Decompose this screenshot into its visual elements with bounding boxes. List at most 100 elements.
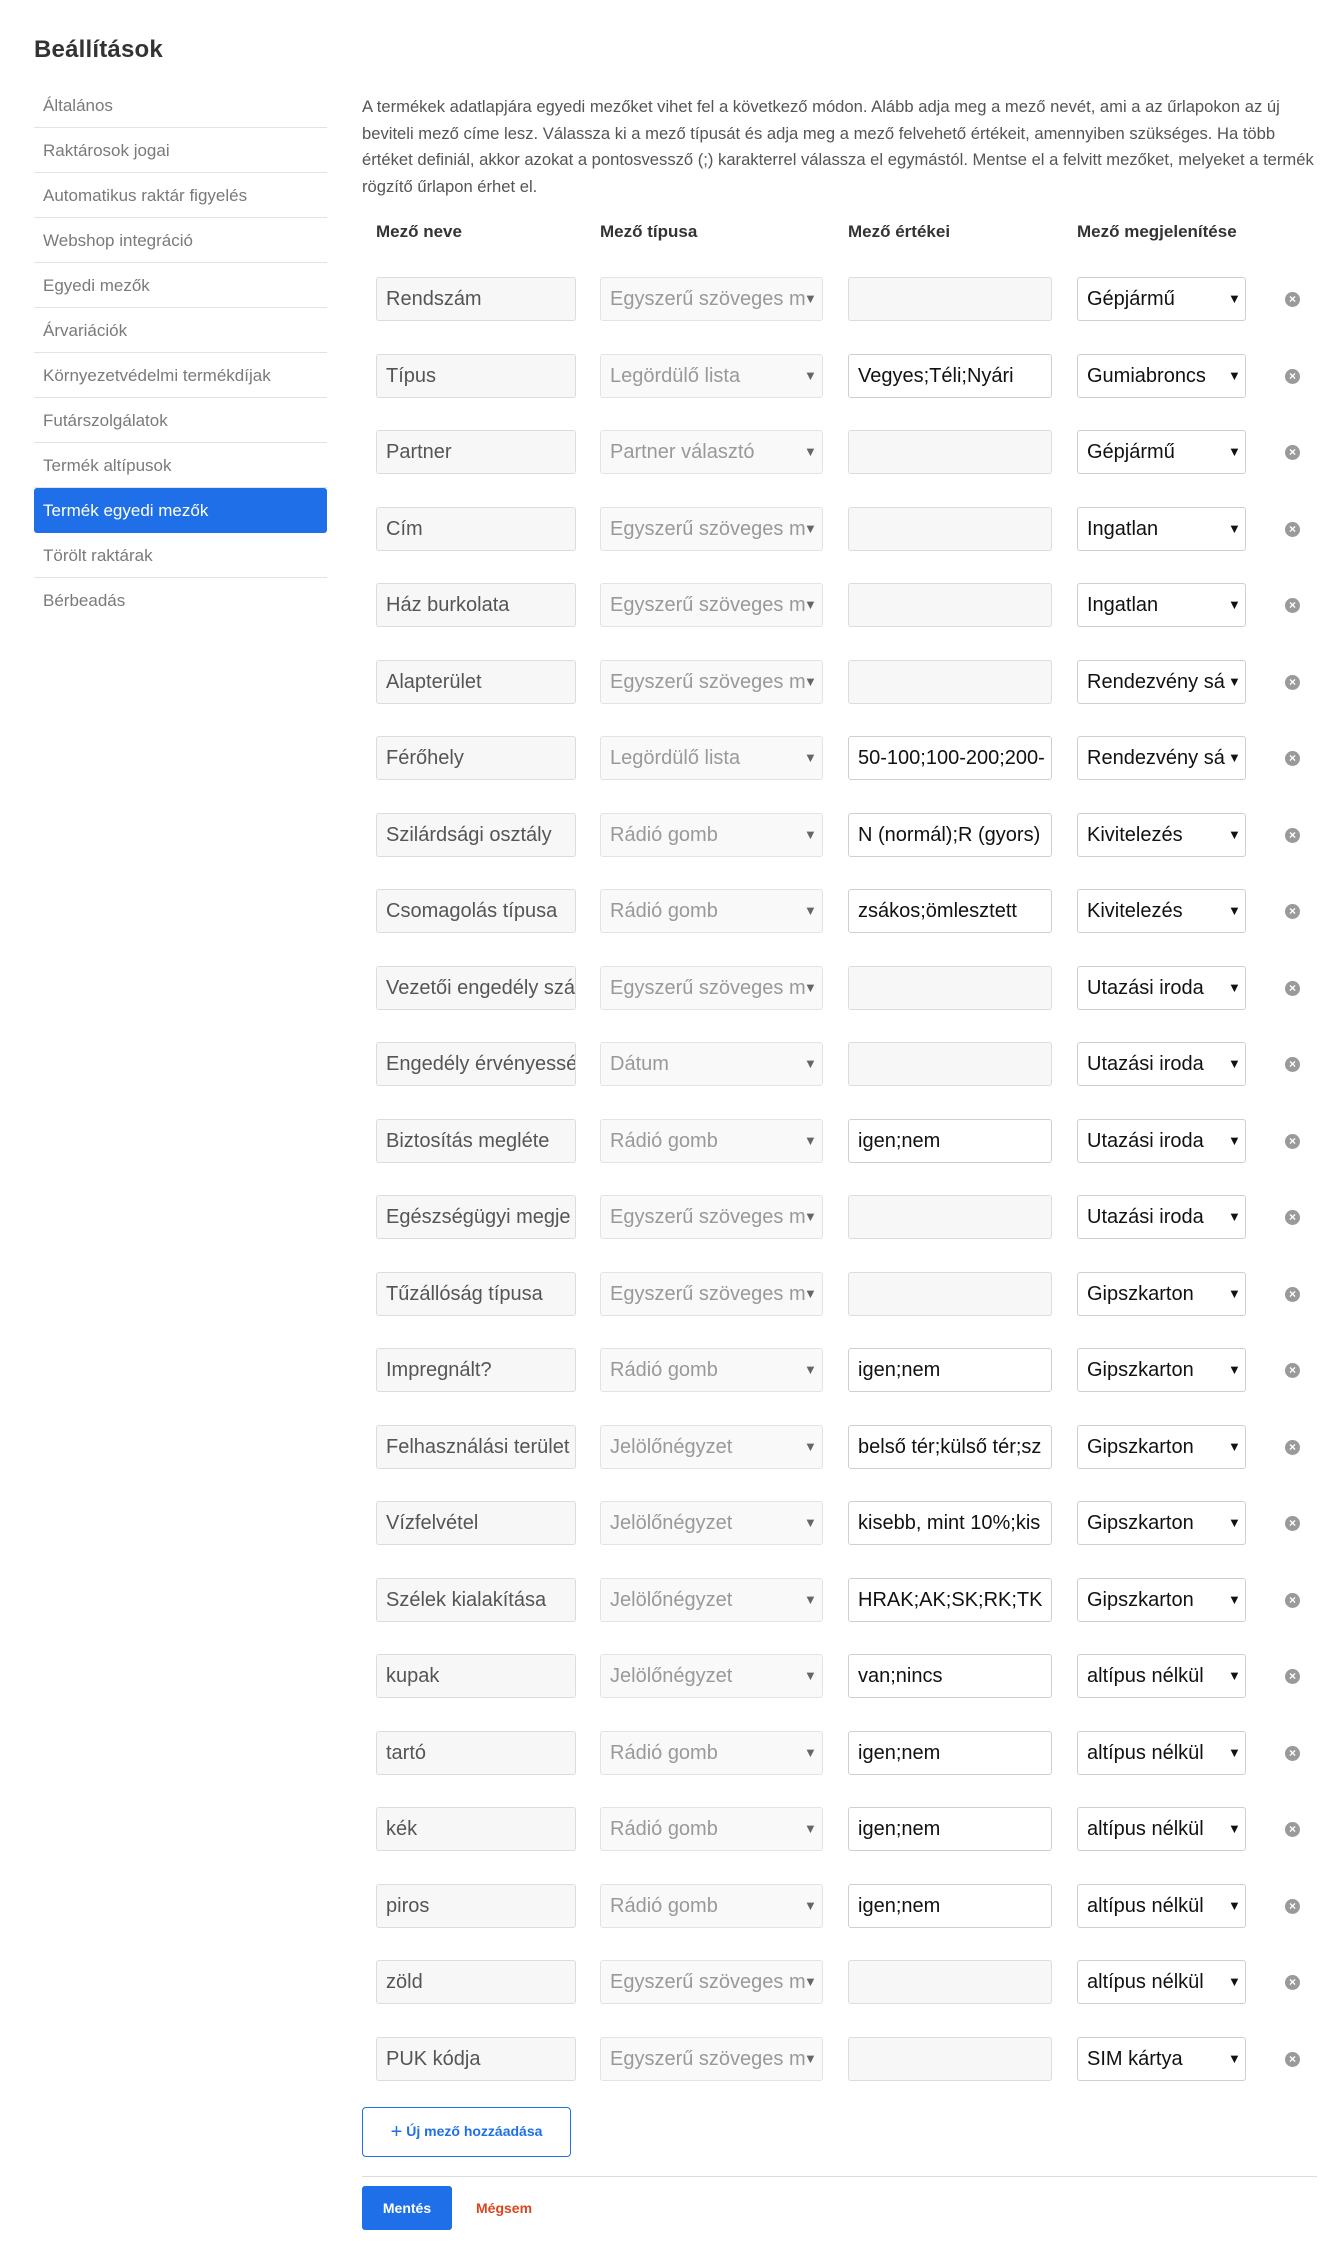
field-values-input[interactable] bbox=[848, 1195, 1052, 1239]
field-name-input[interactable]: Engedély érvényessé bbox=[376, 1042, 576, 1086]
field-name-input[interactable]: Cím bbox=[376, 507, 576, 551]
remove-circle-icon[interactable]: × bbox=[1285, 1822, 1300, 1837]
remove-circle-icon[interactable]: × bbox=[1285, 598, 1300, 613]
field-name-input[interactable]: Típus bbox=[376, 354, 576, 398]
field-name-input[interactable]: Csomagolás típusa bbox=[376, 889, 576, 933]
field-values-input[interactable]: N (normál);R (gyors) bbox=[848, 813, 1052, 857]
sidebar-item[interactable]: Egyedi mezők bbox=[34, 263, 327, 308]
field-values-input[interactable]: igen;nem bbox=[848, 1348, 1052, 1392]
remove-circle-icon[interactable]: × bbox=[1285, 981, 1300, 996]
field-values-input[interactable] bbox=[848, 660, 1052, 704]
field-name-input[interactable]: Szilárdsági osztály bbox=[376, 813, 576, 857]
field-type-select[interactable]: Rádió gomb bbox=[600, 1731, 823, 1775]
field-values-input[interactable]: igen;nem bbox=[848, 1119, 1052, 1163]
remove-circle-icon[interactable]: × bbox=[1285, 1593, 1300, 1608]
field-display-select[interactable]: SIM kártya bbox=[1077, 2037, 1246, 2081]
field-name-input[interactable]: Férőhely bbox=[376, 736, 576, 780]
field-display-select[interactable]: Utazási iroda bbox=[1077, 966, 1246, 1010]
field-name-input[interactable]: Tűzállóság típusa bbox=[376, 1272, 576, 1316]
field-type-select[interactable]: Egyszerű szöveges m bbox=[600, 966, 823, 1010]
field-type-select[interactable]: Jelölőnégyzet bbox=[600, 1578, 823, 1622]
field-display-select[interactable]: Utazási iroda bbox=[1077, 1042, 1246, 1086]
field-type-select[interactable]: Egyszerű szöveges m bbox=[600, 277, 823, 321]
field-name-input[interactable]: PUK kódja bbox=[376, 2037, 576, 2081]
sidebar-item[interactable]: Webshop integráció bbox=[34, 218, 327, 263]
field-type-select[interactable]: Jelölőnégyzet bbox=[600, 1654, 823, 1698]
field-display-select[interactable]: Gipszkarton bbox=[1077, 1501, 1246, 1545]
field-values-input[interactable]: igen;nem bbox=[848, 1884, 1052, 1928]
remove-circle-icon[interactable]: × bbox=[1285, 1057, 1300, 1072]
field-display-select[interactable]: Gipszkarton bbox=[1077, 1425, 1246, 1469]
field-type-select[interactable]: Rádió gomb bbox=[600, 1119, 823, 1163]
field-name-input[interactable]: Felhasználási terület bbox=[376, 1425, 576, 1469]
field-type-select[interactable]: Rádió gomb bbox=[600, 889, 823, 933]
field-type-select[interactable]: Rádió gomb bbox=[600, 1348, 823, 1392]
field-display-select[interactable]: Gépjármű bbox=[1077, 430, 1246, 474]
field-name-input[interactable]: Vízfelvétel bbox=[376, 1501, 576, 1545]
field-display-select[interactable]: Gumiabroncs bbox=[1077, 354, 1246, 398]
field-type-select[interactable]: Egyszerű szöveges m bbox=[600, 1272, 823, 1316]
field-name-input[interactable]: kék bbox=[376, 1807, 576, 1851]
field-display-select[interactable]: Kivitelezés bbox=[1077, 889, 1246, 933]
field-values-input[interactable] bbox=[848, 966, 1052, 1010]
remove-circle-icon[interactable]: × bbox=[1285, 1287, 1300, 1302]
field-name-input[interactable]: Szélek kialakítása bbox=[376, 1578, 576, 1622]
field-display-select[interactable]: Utazási iroda bbox=[1077, 1195, 1246, 1239]
add-field-button[interactable]: + Új mező hozzáadása bbox=[362, 2107, 571, 2157]
field-type-select[interactable]: Rádió gomb bbox=[600, 813, 823, 857]
field-type-select[interactable]: Egyszerű szöveges m bbox=[600, 507, 823, 551]
remove-circle-icon[interactable]: × bbox=[1285, 904, 1300, 919]
field-name-input[interactable]: Impregnált? bbox=[376, 1348, 576, 1392]
field-type-select[interactable]: Jelölőnégyzet bbox=[600, 1501, 823, 1545]
field-name-input[interactable]: zöld bbox=[376, 1960, 576, 2004]
field-type-select[interactable]: Jelölőnégyzet bbox=[600, 1425, 823, 1469]
save-button[interactable]: Mentés bbox=[362, 2186, 452, 2230]
field-display-select[interactable]: Utazási iroda bbox=[1077, 1119, 1246, 1163]
field-display-select[interactable]: Gépjármű bbox=[1077, 277, 1246, 321]
remove-circle-icon[interactable]: × bbox=[1285, 292, 1300, 307]
field-values-input[interactable] bbox=[848, 277, 1052, 321]
remove-circle-icon[interactable]: × bbox=[1285, 1899, 1300, 1914]
field-display-select[interactable]: Ingatlan bbox=[1077, 507, 1246, 551]
sidebar-item[interactable]: Termék egyedi mezők bbox=[34, 488, 327, 533]
field-values-input[interactable] bbox=[848, 1960, 1052, 2004]
remove-circle-icon[interactable]: × bbox=[1285, 1746, 1300, 1761]
field-name-input[interactable]: Vezetői engedély szá bbox=[376, 966, 576, 1010]
sidebar-item[interactable]: Automatikus raktár figyelés bbox=[34, 173, 327, 218]
field-display-select[interactable]: altípus nélkül bbox=[1077, 1960, 1246, 2004]
cancel-link[interactable]: Mégsem bbox=[476, 2186, 532, 2230]
sidebar-item[interactable]: Általános bbox=[34, 83, 327, 128]
remove-circle-icon[interactable]: × bbox=[1285, 445, 1300, 460]
field-values-input[interactable]: igen;nem bbox=[848, 1731, 1052, 1775]
field-values-input[interactable]: belső tér;külső tér;sz bbox=[848, 1425, 1052, 1469]
field-values-input[interactable]: zsákos;ömlesztett bbox=[848, 889, 1052, 933]
field-values-input[interactable]: igen;nem bbox=[848, 1807, 1052, 1851]
field-type-select[interactable]: Egyszerű szöveges m bbox=[600, 1195, 823, 1239]
remove-circle-icon[interactable]: × bbox=[1285, 1669, 1300, 1684]
field-display-select[interactable]: altípus nélkül bbox=[1077, 1884, 1246, 1928]
field-display-select[interactable]: altípus nélkül bbox=[1077, 1731, 1246, 1775]
remove-circle-icon[interactable]: × bbox=[1285, 2052, 1300, 2067]
remove-circle-icon[interactable]: × bbox=[1285, 1975, 1300, 1990]
field-type-select[interactable]: Egyszerű szöveges m bbox=[600, 660, 823, 704]
field-display-select[interactable]: Rendezvény sá bbox=[1077, 736, 1246, 780]
remove-circle-icon[interactable]: × bbox=[1285, 369, 1300, 384]
remove-circle-icon[interactable]: × bbox=[1285, 1363, 1300, 1378]
field-values-input[interactable] bbox=[848, 1042, 1052, 1086]
field-name-input[interactable]: piros bbox=[376, 1884, 576, 1928]
field-display-select[interactable]: Kivitelezés bbox=[1077, 813, 1246, 857]
field-values-input[interactable] bbox=[848, 2037, 1052, 2081]
field-display-select[interactable]: Gipszkarton bbox=[1077, 1272, 1246, 1316]
field-display-select[interactable]: Rendezvény sá bbox=[1077, 660, 1246, 704]
sidebar-item[interactable]: Árvariációk bbox=[34, 308, 327, 353]
field-type-select[interactable]: Egyszerű szöveges m bbox=[600, 1960, 823, 2004]
field-type-select[interactable]: Partner választó bbox=[600, 430, 823, 474]
field-values-input[interactable]: kisebb, mint 10%;kis bbox=[848, 1501, 1052, 1545]
remove-circle-icon[interactable]: × bbox=[1285, 828, 1300, 843]
field-display-select[interactable]: Ingatlan bbox=[1077, 583, 1246, 627]
field-values-input[interactable]: 50-100;100-200;200- bbox=[848, 736, 1052, 780]
remove-circle-icon[interactable]: × bbox=[1285, 751, 1300, 766]
field-name-input[interactable]: Egészségügyi megje bbox=[376, 1195, 576, 1239]
field-type-select[interactable]: Dátum bbox=[600, 1042, 823, 1086]
field-name-input[interactable]: Ház burkolata bbox=[376, 583, 576, 627]
